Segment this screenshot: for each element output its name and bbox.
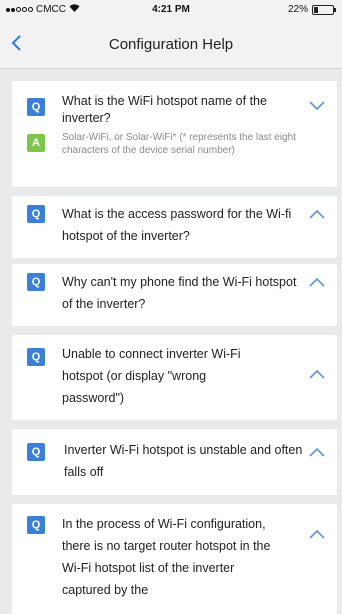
question-badge: Q <box>27 348 45 366</box>
battery-percent: 22% <box>287 4 308 15</box>
faq-item[interactable]: Q What is the WiFi hotspot name of the i… <box>12 81 337 187</box>
question-text: Inverter Wi-Fi hotspot is unstable and o… <box>64 443 303 479</box>
faq-item[interactable]: Q In the process of Wi-Fi configuration,… <box>12 504 337 614</box>
answer-text: Solar-WiFi, or Solar-WiFi* (* represents… <box>62 132 296 156</box>
chevron-down-icon[interactable] <box>309 101 325 111</box>
navigation-bar: Configuration Help <box>0 20 342 69</box>
chevron-up-icon[interactable] <box>309 277 325 287</box>
status-bar: CMCC 4:21 PM 22% <box>0 0 342 20</box>
question-text: Unable to connect inverter Wi-Fi hotspot… <box>62 347 241 405</box>
question-text: What is the WiFi hotspot name of the inv… <box>62 94 267 125</box>
chevron-up-icon[interactable] <box>309 447 325 457</box>
question-badge: Q <box>27 273 45 291</box>
question-badge: Q <box>27 516 45 534</box>
question-text: Why can't my phone find the Wi-Fi hotspo… <box>62 275 297 311</box>
question-text: What is the access password for the Wi-f… <box>62 207 292 243</box>
faq-item[interactable]: Q Unable to connect inverter Wi-Fi hotsp… <box>12 335 337 420</box>
page-title: Configuration Help <box>108 36 234 53</box>
battery-status: 22% <box>287 4 336 15</box>
question-text: In the process of Wi-Fi configuration, t… <box>62 517 271 597</box>
chevron-up-icon[interactable] <box>309 369 325 379</box>
chevron-up-icon[interactable] <box>309 529 325 539</box>
question-badge: Q <box>27 205 45 223</box>
question-badge: Q <box>27 98 45 116</box>
chevron-up-icon[interactable] <box>309 209 325 219</box>
answer-badge: A <box>27 134 45 152</box>
question-badge: Q <box>27 443 45 461</box>
faq-item[interactable]: Q Inverter Wi-Fi hotspot is unstable and… <box>12 429 337 495</box>
faq-item[interactable]: Q What is the access password for the Wi… <box>12 196 337 258</box>
faq-item[interactable]: Q Why can't my phone find the Wi-Fi hots… <box>12 264 337 326</box>
battery-icon <box>312 4 336 15</box>
